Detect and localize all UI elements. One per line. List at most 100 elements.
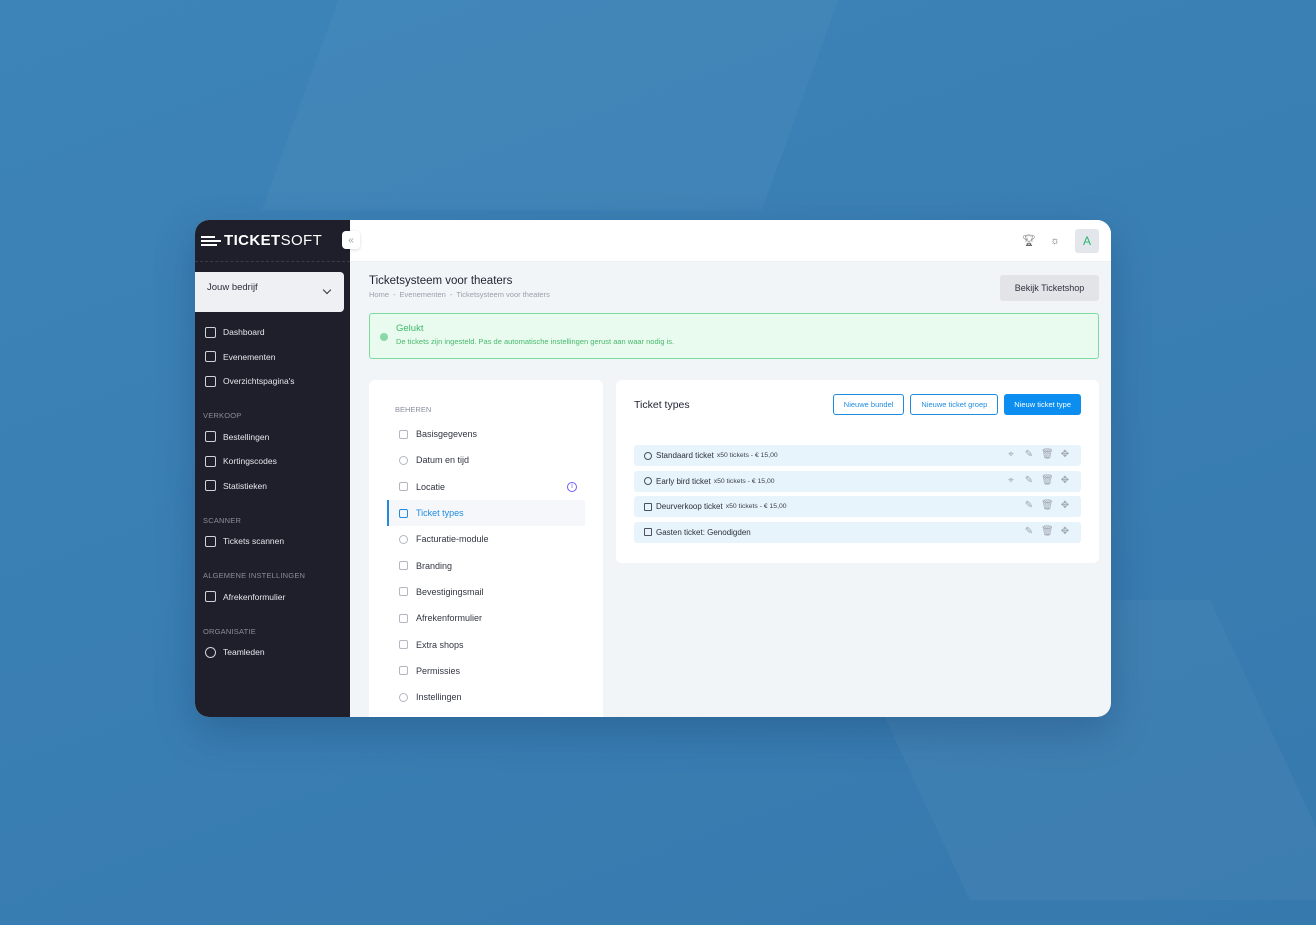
sidebar-item-label: Overzichtspagina's (223, 376, 295, 387)
sun-icon[interactable]: ☼ (1047, 233, 1063, 249)
trash-icon[interactable]: 🗑︎ (1041, 449, 1054, 461)
grid-icon (205, 326, 216, 338)
alert-title: Gelukt (396, 323, 424, 334)
menu-item-basisgegevens[interactable]: Basisgegevens (387, 421, 585, 447)
collapse-sidebar-button[interactable]: « (342, 231, 360, 249)
new-bundle-button[interactable]: Nieuwe bundel (832, 394, 905, 415)
location-pin-icon[interactable]: ⌖ (1005, 475, 1017, 487)
menu-item-facturatie-module[interactable]: Facturatie-module (387, 526, 585, 552)
breadcrumb-home[interactable]: Home (369, 290, 389, 299)
sidebar-item-kortingscodes[interactable]: Kortingscodes (195, 449, 350, 474)
menu-item-label: Bevestigingsmail (416, 586, 484, 597)
manage-menu-card: BEHEREN Basisgegevens Datum en tijd Loca… (369, 380, 603, 717)
lock-icon (399, 666, 408, 676)
menu-item-ticket-types[interactable]: Ticket types (387, 499, 585, 527)
shops-icon (399, 640, 408, 650)
scroll-icon (205, 375, 216, 387)
sidebar-item-tickets-scannen[interactable]: Tickets scannen (195, 529, 350, 554)
ticket-row[interactable]: Standaard ticket x50 tickets - € 15,00 ⌖… (634, 445, 1081, 466)
menu-item-label: Ticket types (416, 508, 464, 519)
menu-item-branding[interactable]: Branding (387, 552, 585, 578)
sidebar-item-overzichtspaginas[interactable]: Overzichtspagina's (195, 369, 350, 394)
sidebar-item-label: Kortingscodes (223, 456, 277, 467)
guest-icon (644, 528, 652, 536)
menu-item-permissies[interactable]: Permissies (387, 658, 585, 684)
trash-icon[interactable]: 🗑︎ (1041, 475, 1054, 487)
section-verkoop: VERKOOP (203, 411, 242, 420)
sidebar-item-label: Tickets scannen (223, 536, 285, 547)
ticket-row[interactable]: Early bird ticket x50 tickets - € 15,00 … (634, 470, 1081, 492)
trash-icon[interactable]: 🗑︎ (1041, 526, 1054, 538)
ticket-row[interactable]: Gasten ticket: Genodigden ✎ 🗑︎ ✥ (634, 521, 1081, 543)
success-alert: Gelukt De tickets zijn ingesteld. Pas de… (369, 313, 1099, 359)
team-icon (205, 646, 216, 658)
drag-handle-icon[interactable]: ✥ (1059, 475, 1071, 487)
sidebar-item-dashboard[interactable]: Dashboard (195, 320, 350, 345)
calendar-icon (205, 351, 216, 363)
company-selector[interactable]: Jouw bedrijf (195, 272, 344, 312)
discount-icon (205, 455, 216, 467)
location-pin-icon[interactable]: ⌖ (1005, 449, 1017, 461)
section-scanner: SCANNER (203, 515, 242, 525)
manage-menu: Basisgegevens Datum en tijd Locatie i Tic… (387, 421, 585, 710)
sidebar-item-statistieken[interactable]: Statistieken (195, 474, 350, 499)
app-window: TICKETSOFT « Jouw bedrijf Dashboard Even… (195, 220, 1111, 717)
menu-item-locatie[interactable]: Locatie i (387, 474, 585, 500)
breadcrumb-evenementen[interactable]: Evenementen (400, 290, 446, 299)
menu-item-label: Permissies (416, 665, 461, 676)
menu-item-label: Extra shops (416, 639, 464, 650)
pencil-icon[interactable]: ✎ (1023, 500, 1035, 512)
ticket-detail: x50 tickets - € 15,00 (716, 452, 778, 459)
view-ticketshop-button[interactable]: Bekijk Ticketshop (1000, 275, 1099, 301)
breadcrumb-current: Ticketsysteem voor theaters (456, 290, 550, 299)
drag-handle-icon[interactable]: ✥ (1059, 526, 1071, 538)
ticket-icon (399, 508, 408, 518)
trash-icon[interactable]: 🗑︎ (1041, 500, 1054, 512)
new-ticket-group-button[interactable]: Nieuwe ticket groep (910, 394, 999, 415)
trophy-icon[interactable]: 🏆︎ (1021, 233, 1037, 249)
pencil-icon[interactable]: ✎ (1023, 526, 1035, 538)
sidebar-item-afrekenformulier[interactable]: Afrekenformulier (195, 585, 350, 610)
drag-handle-icon[interactable]: ✥ (1059, 449, 1071, 461)
ticket-name: Standaard ticket (656, 451, 714, 460)
sidebar-item-label: Evenementen (223, 351, 276, 362)
main-content: 🏆︎ ☼ A Ticketsysteem voor theaters Home -… (350, 220, 1111, 717)
logo-text: TICKETSOFT (224, 232, 323, 249)
new-ticket-type-button[interactable]: Nieuw ticket type (1004, 394, 1081, 415)
menu-item-label: Branding (416, 560, 453, 571)
sidebar-item-evenementen[interactable]: Evenementen (195, 345, 350, 370)
sidebar-item-bestellingen[interactable]: Bestellingen (195, 425, 350, 450)
clock-icon (644, 477, 652, 485)
section-algemene-instellingen: ALGEMENE INSTELLINGEN (203, 571, 306, 580)
clock-icon (644, 451, 652, 460)
row-actions: ✎ 🗑︎ ✥ (1023, 500, 1071, 512)
logo[interactable]: TICKETSOFT (195, 220, 350, 262)
ticket-row[interactable]: Deurverkoop ticket x50 tickets - € 15,00… (634, 496, 1081, 517)
ticket-detail: x50 tickets - € 15,00 (725, 503, 787, 510)
logo-mark-icon (201, 235, 221, 246)
ticket-detail: x50 tickets - € 15,00 (713, 477, 775, 485)
menu-item-instellingen[interactable]: Instellingen (387, 684, 585, 710)
avatar[interactable]: A (1075, 228, 1099, 253)
row-actions: ⌖ ✎ 🗑︎ ✥ (1005, 449, 1071, 461)
menu-item-datum-en-tijd[interactable]: Datum en tijd (387, 447, 585, 473)
menu-item-extra-shops[interactable]: Extra shops (387, 631, 585, 657)
drag-handle-icon[interactable]: ✥ (1059, 500, 1071, 512)
pencil-icon[interactable]: ✎ (1023, 475, 1035, 487)
pencil-icon[interactable]: ✎ (1023, 449, 1035, 461)
ticket-name: Gasten ticket: Genodigden (656, 527, 751, 537)
form-icon (399, 613, 408, 623)
ticket-types-title: Ticket types (634, 399, 690, 411)
sidebar-item-teamleden[interactable]: Teamleden (195, 640, 350, 665)
doc-icon (399, 429, 408, 439)
menu-item-label: Afrekenformulier (416, 613, 483, 624)
ticket-name: Early bird ticket (656, 476, 711, 486)
menu-item-bevestigingsmail[interactable]: Bevestigingsmail (387, 579, 585, 605)
menu-item-afrekenformulier[interactable]: Afrekenformulier (387, 605, 585, 631)
info-icon[interactable]: i (567, 481, 577, 492)
row-actions: ⌖ ✎ 🗑︎ ✥ (1005, 475, 1071, 487)
menu-item-label: Basisgegevens (416, 429, 478, 440)
manage-section-title: BEHEREN (395, 405, 432, 414)
ticket-type-list: Standaard ticket x50 tickets - € 15,00 ⌖… (634, 445, 1081, 547)
chevron-down-icon (322, 285, 332, 295)
